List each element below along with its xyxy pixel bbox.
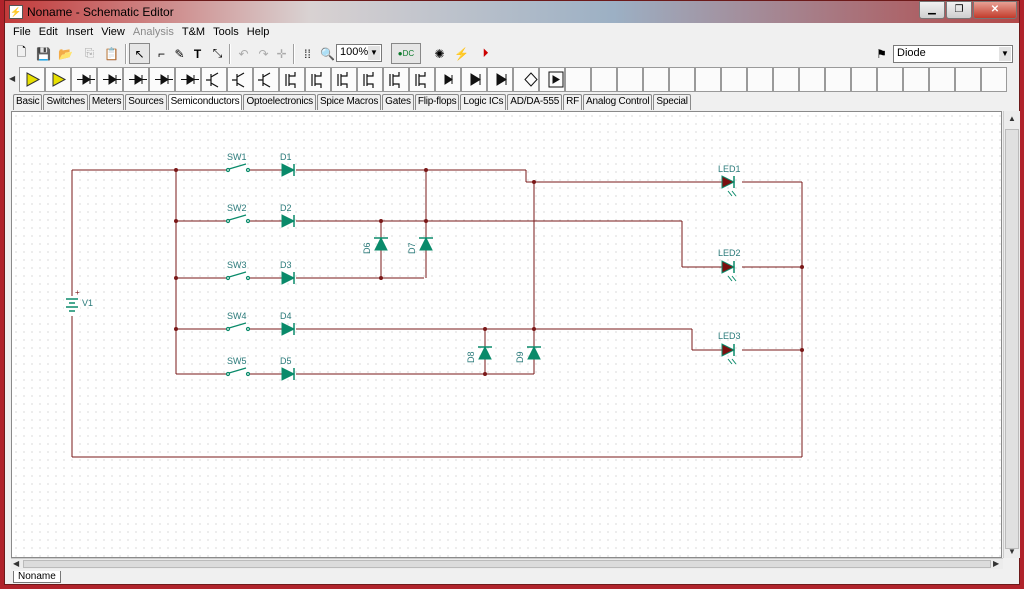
- component-search-icon[interactable]: ⚑: [871, 43, 892, 64]
- dc-analysis-icon[interactable]: ● DC: [391, 43, 421, 64]
- wires: [71, 169, 803, 458]
- tab-analog-control[interactable]: Analog Control: [583, 94, 653, 110]
- d3-label: D3: [280, 260, 292, 270]
- title-bar: ⚡ Noname - Schematic Editor ▁ ❐ ✕: [5, 1, 1019, 23]
- copy-icon[interactable]: ⎘: [79, 43, 100, 64]
- sw5-label: SW5: [227, 356, 247, 366]
- steering-diode-labels: D6 D7 D8 D9: [362, 242, 525, 363]
- vertical-scrollbar[interactable]: ▲ ▼: [1003, 111, 1020, 558]
- junction-dots: [174, 168, 804, 376]
- tab-optoelectronics[interactable]: Optoelectronics: [243, 94, 316, 110]
- maximize-button[interactable]: ❐: [946, 1, 972, 19]
- d5-label: D5: [280, 356, 292, 366]
- zoom-icon[interactable]: 🔍: [317, 43, 338, 64]
- sw1-label: SW1: [227, 152, 247, 162]
- led1-label: LED1: [718, 164, 741, 174]
- led3-label: LED3: [718, 331, 741, 341]
- d2-label: D2: [280, 203, 292, 213]
- menu-edit[interactable]: Edit: [37, 24, 64, 42]
- component-select[interactable]: Diode: [893, 45, 1013, 63]
- menu-tools[interactable]: Tools: [211, 24, 245, 42]
- sw2-label: SW2: [227, 203, 247, 213]
- tab-meters[interactable]: Meters: [88, 94, 125, 110]
- document-tab-noname[interactable]: Noname: [13, 571, 61, 583]
- undo-icon[interactable]: ↶: [233, 43, 254, 64]
- palette-left-arrow-icon[interactable]: ◀: [9, 74, 15, 83]
- scroll-up-arrow-icon[interactable]: ▲: [1008, 114, 1016, 123]
- d1-label: D1: [280, 152, 292, 162]
- save-icon[interactable]: 💾: [33, 43, 54, 64]
- scroll-left-arrow-icon[interactable]: ◀: [13, 559, 19, 568]
- led2-label: LED2: [718, 248, 741, 258]
- tab-switches[interactable]: Switches: [43, 94, 88, 110]
- crosshair-icon[interactable]: ✛: [271, 43, 292, 64]
- svg-text:+: +: [75, 288, 80, 297]
- tab-basic[interactable]: Basic: [13, 94, 43, 110]
- menu-analysis[interactable]: Analysis: [131, 24, 180, 42]
- new-file-icon[interactable]: 🗋: [11, 43, 32, 64]
- tab-rf[interactable]: RF: [563, 94, 583, 110]
- tab-flip-flops[interactable]: Flip-flops: [414, 94, 460, 110]
- steering-diodes[interactable]: [374, 236, 541, 360]
- minimize-button[interactable]: ▁: [919, 1, 945, 19]
- d7-label: D7: [407, 242, 417, 254]
- instrument-icon[interactable]: ⚡: [451, 43, 472, 64]
- led-labels: LED1 LED2 LED3: [718, 164, 741, 341]
- menu-tm[interactable]: T&M: [180, 24, 211, 42]
- sw3-label: SW3: [227, 260, 247, 270]
- tab-sources[interactable]: Sources: [125, 94, 167, 110]
- select-pointer-icon[interactable]: ↖: [129, 43, 150, 64]
- zoom-select[interactable]: 100%: [336, 44, 382, 62]
- component-palette: ◀: [5, 66, 1019, 93]
- menu-bar: File Edit Insert View Analysis T&M Tools…: [5, 24, 1019, 42]
- v1-label: V1: [82, 298, 93, 308]
- d9-label: D9: [515, 351, 525, 363]
- menu-insert[interactable]: Insert: [64, 24, 100, 42]
- horizontal-scroll-thumb[interactable]: [23, 560, 991, 568]
- app-icon: ⚡: [9, 5, 23, 19]
- menu-help[interactable]: Help: [245, 24, 276, 42]
- series-diodes[interactable]: [281, 163, 296, 381]
- schematic-canvas[interactable]: + V1 SW1 SW2 SW3 SW4 SW5 D1 D2 D3 D4 D5 …: [11, 111, 1002, 558]
- menu-file[interactable]: File: [11, 24, 37, 42]
- document-tabs: Noname: [13, 570, 61, 584]
- horizontal-scrollbar[interactable]: ◀ ▶: [11, 558, 1003, 569]
- window-title: Noname - Schematic Editor: [27, 5, 174, 19]
- scroll-right-arrow-icon[interactable]: ▶: [993, 559, 999, 568]
- grid-icon[interactable]: ⁞⁞: [297, 43, 318, 64]
- open-folder-icon[interactable]: 📂: [55, 43, 76, 64]
- main-window: ⚡ Noname - Schematic Editor ▁ ❐ ✕ File E…: [4, 0, 1020, 585]
- switches[interactable]: [225, 163, 251, 379]
- rotate-component-icon[interactable]: ⤡: [207, 43, 228, 64]
- d6-label: D6: [362, 242, 372, 254]
- tab-semiconductors[interactable]: Semiconductors: [167, 94, 243, 110]
- text-tool-icon[interactable]: T: [187, 43, 208, 64]
- sw4-label: SW4: [227, 311, 247, 321]
- tab-gates[interactable]: Gates: [382, 94, 414, 110]
- palette-tabs: Basic Switches Meters Sources Semiconduc…: [13, 94, 692, 110]
- dc-label: DC: [402, 49, 415, 58]
- paste-icon[interactable]: 📋: [101, 43, 122, 64]
- menu-view[interactable]: View: [99, 24, 131, 42]
- battery-v1[interactable]: + V1: [64, 288, 93, 316]
- tab-logic-ics[interactable]: Logic ICs: [460, 94, 507, 110]
- d8-label: D8: [466, 351, 476, 363]
- tab-ad-da-555[interactable]: AD/DA-555: [507, 94, 563, 110]
- close-button[interactable]: ✕: [973, 1, 1017, 19]
- scroll-down-arrow-icon[interactable]: ▼: [1008, 547, 1016, 556]
- main-toolbar: 🗋 💾 📂 ⎘ 📋 ↖ ⌐ ✎ T ⤡ ↶ ↷ ✛ ⁞⁞ 🔍 100% ●DC …: [5, 42, 1019, 66]
- vertical-scroll-thumb[interactable]: [1005, 129, 1019, 549]
- fault-icon[interactable]: ⏵: [475, 43, 496, 64]
- tab-spice-macros[interactable]: Spice Macros: [316, 94, 382, 110]
- d4-label: D4: [280, 311, 292, 321]
- palette-cells[interactable]: [19, 66, 1019, 93]
- probe-icon[interactable]: ✺: [429, 43, 450, 64]
- tab-special[interactable]: Special: [653, 94, 691, 110]
